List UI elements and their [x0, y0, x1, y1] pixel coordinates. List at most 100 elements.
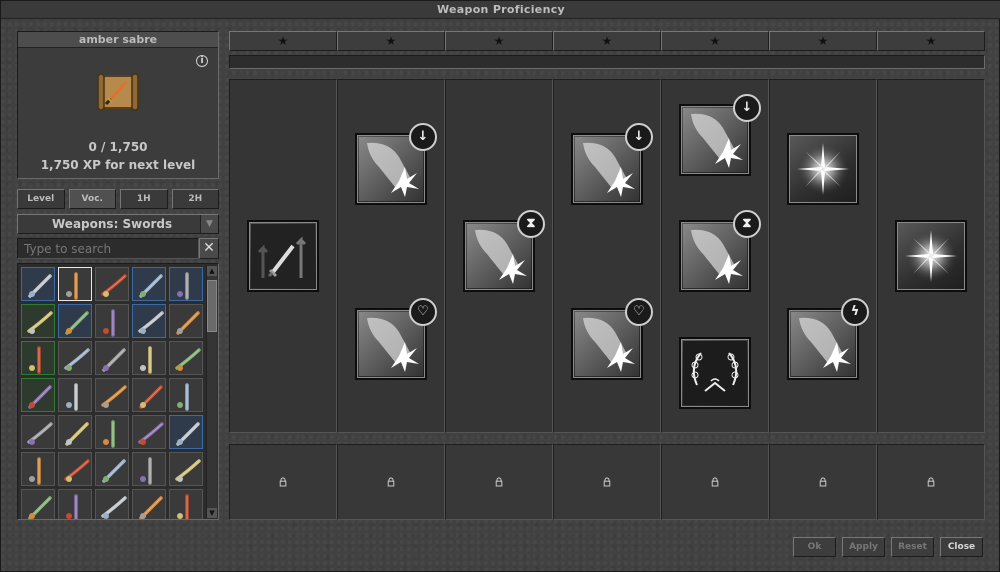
jade-sword-icon [66, 494, 78, 519]
down-arrow-badge: ↓ [625, 123, 653, 151]
level-star-5: ★ [661, 31, 769, 51]
scroll-down-icon[interactable]: ▼ [207, 508, 217, 518]
weapon-slot[interactable] [132, 267, 166, 301]
weapon-slot[interactable] [95, 489, 129, 519]
weapon-slot[interactable] [95, 378, 129, 412]
perk-slot[interactable]: ↓ [679, 94, 761, 176]
weapon-slot[interactable] [169, 378, 203, 412]
weapon-slot[interactable] [169, 489, 203, 519]
weapon-slot[interactable] [58, 378, 92, 412]
ok-button[interactable]: Ok [793, 537, 836, 557]
search-input[interactable] [17, 238, 199, 259]
weapon-slot[interactable] [132, 452, 166, 486]
weapons-scrollbar[interactable]: ▲ ▼ [206, 266, 217, 518]
perk-slot[interactable]: ↓ [355, 123, 437, 205]
perk-slot[interactable]: ♡ [355, 298, 437, 380]
weapon-slot[interactable] [132, 489, 166, 519]
tab-two-handed[interactable]: 2H [171, 189, 219, 209]
teal-sword-icon [139, 496, 163, 519]
perk-slot[interactable] [787, 133, 859, 205]
weapon-slot[interactable] [132, 415, 166, 449]
weapon-slot[interactable] [169, 304, 203, 338]
rapier-icon [101, 385, 127, 408]
weapon-slot[interactable] [21, 415, 55, 449]
weapon-slot[interactable] [21, 378, 55, 412]
locked-slot-4[interactable] [553, 444, 661, 520]
lock-icon [495, 477, 503, 487]
locked-slot-2[interactable] [337, 444, 445, 520]
scrollbar-thumb[interactable] [207, 280, 217, 332]
tab-level[interactable]: Level [17, 189, 65, 209]
knight-sword-icon [27, 422, 53, 445]
perk-slot[interactable]: ⧗ [463, 210, 545, 292]
weapon-slot[interactable] [169, 452, 203, 486]
level-star-3: ★ [445, 31, 553, 51]
locked-slot-7[interactable] [877, 444, 985, 520]
weapon-slot[interactable] [58, 415, 92, 449]
locked-slot-3[interactable] [445, 444, 553, 520]
perk-slot[interactable] [247, 220, 319, 292]
perk-slot[interactable] [895, 220, 967, 292]
perk-column-6: ϟ [769, 79, 877, 433]
locked-slot-5[interactable] [661, 444, 769, 520]
xp-progress-text: 0 / 1,750 [88, 140, 148, 154]
weapon-slot[interactable] [132, 341, 166, 375]
level-star-2: ★ [337, 31, 445, 51]
weapon-slot[interactable] [169, 341, 203, 375]
perk-slot[interactable]: ⧗ [679, 210, 761, 292]
lock-icon [819, 477, 827, 487]
perk-slot[interactable] [679, 337, 751, 409]
locked-slot-1[interactable] [229, 444, 337, 520]
broadsword-icon [27, 311, 53, 334]
weapons-grid [21, 267, 206, 519]
reset-button[interactable]: Reset [891, 537, 934, 557]
axe-sword-icon [102, 459, 126, 483]
xp-next-level-text: 1,750 XP for next level [40, 158, 196, 172]
perk-slot[interactable]: ϟ [787, 298, 869, 380]
weapon-slot[interactable] [58, 452, 92, 486]
short-sword-icon [29, 346, 41, 374]
weapon-slot[interactable] [21, 304, 55, 338]
apply-button[interactable]: Apply [842, 537, 885, 557]
chevron-down-icon[interactable]: ▼ [200, 215, 218, 233]
level-star-6: ★ [769, 31, 877, 51]
scroll-up-icon[interactable]: ▲ [207, 266, 217, 276]
scimitar-icon [28, 385, 52, 409]
curved-blade-icon [28, 274, 52, 298]
ice-sword-icon [65, 422, 89, 446]
window-title[interactable]: Weapon Proficiency [1, 1, 1000, 19]
tab-vocation[interactable]: Voc. [68, 189, 116, 209]
weapon-slot[interactable] [21, 267, 55, 301]
weapon-slot[interactable] [58, 489, 92, 519]
weapon-slot[interactable] [95, 267, 129, 301]
close-button[interactable]: Close [940, 537, 983, 557]
weapon-slot[interactable] [58, 267, 92, 301]
purple-sword-icon [65, 311, 89, 335]
footer-buttons: Ok Apply Reset Close [793, 537, 983, 557]
weapon-slot[interactable] [95, 304, 129, 338]
weapon-slot[interactable] [21, 341, 55, 375]
info-icon[interactable]: i [196, 55, 208, 67]
weapon-slot[interactable] [58, 304, 92, 338]
weapon-slot[interactable] [95, 452, 129, 486]
close-icon[interactable]: ✕ [199, 238, 219, 259]
weapon-slot[interactable] [132, 304, 166, 338]
perk-slot[interactable]: ♡ [571, 298, 653, 380]
weapon-type-dropdown[interactable]: Weapons: Swords ▼ [17, 214, 219, 234]
perk-slot[interactable]: ↓ [571, 123, 653, 205]
weapon-slot[interactable] [21, 452, 55, 486]
sword-upgrade-icon [251, 224, 315, 288]
item-name: amber sabre [18, 32, 218, 48]
level-star-4: ★ [553, 31, 661, 51]
locked-slot-6[interactable] [769, 444, 877, 520]
weapon-slot[interactable] [132, 378, 166, 412]
weapon-proficiency-window: Weapon Proficiency amber sabre i 0 / 1,7… [0, 0, 1000, 572]
weapon-slot[interactable] [21, 489, 55, 519]
heart-badge: ♡ [625, 298, 653, 326]
weapon-slot[interactable] [95, 341, 129, 375]
tab-one-handed[interactable]: 1H [120, 189, 168, 209]
weapon-slot[interactable] [169, 267, 203, 301]
weapon-slot[interactable] [58, 341, 92, 375]
weapon-slot[interactable] [169, 415, 203, 449]
weapon-slot[interactable] [95, 415, 129, 449]
